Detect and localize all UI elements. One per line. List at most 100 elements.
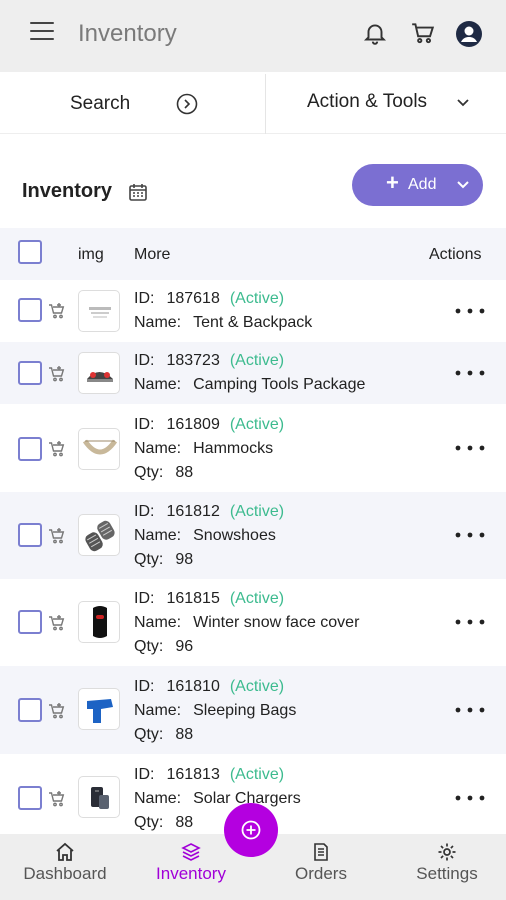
qty-label: Qty: <box>134 638 164 655</box>
plus-icon: + <box>386 170 399 195</box>
chevron-right-circle-icon[interactable] <box>176 93 198 115</box>
calendar-icon[interactable] <box>128 182 148 202</box>
more-actions-icon[interactable] <box>454 618 486 626</box>
row-checkbox[interactable] <box>18 610 42 634</box>
product-thumbnail[interactable] <box>78 601 120 643</box>
row-qty-line: Qty: 96 <box>134 638 193 656</box>
item-qty: 88 <box>175 814 194 831</box>
id-label: ID: <box>134 416 155 433</box>
name-label: Name: <box>134 440 182 457</box>
action-tools-dropdown[interactable]: Action & Tools <box>266 74 506 133</box>
item-qty: 96 <box>175 638 194 655</box>
add-to-cart-icon[interactable] <box>48 790 66 808</box>
more-actions-icon[interactable] <box>454 307 486 315</box>
row-id-line: ID: 183723 (Active) <box>134 352 284 370</box>
table-row[interactable]: ID: 187618 (Active) Name: Tent & Backpack <box>0 280 506 342</box>
row-name-line: Name: Solar Chargers <box>134 790 301 808</box>
name-label: Name: <box>134 790 182 807</box>
more-actions-icon[interactable] <box>454 706 486 714</box>
page-title: Inventory <box>78 20 177 47</box>
search-button[interactable]: Search <box>0 74 266 134</box>
tab-orders-label: Orders <box>295 864 347 883</box>
status-badge: (Active) <box>229 590 285 607</box>
add-to-cart-icon[interactable] <box>48 527 66 545</box>
chevron-down-icon[interactable] <box>456 180 470 190</box>
chevron-down-icon <box>457 99 469 107</box>
add-to-cart-icon[interactable] <box>48 440 66 458</box>
row-name-line: Name: Camping Tools Package <box>134 376 365 394</box>
table-row[interactable]: ID: 161810 (Active) Name: Sleeping Bags Qty… <box>0 666 506 754</box>
more-actions-icon[interactable] <box>454 444 486 452</box>
name-label: Name: <box>134 527 182 544</box>
product-thumbnail[interactable] <box>78 428 120 470</box>
row-id-line: ID: 161809 (Active) <box>134 416 284 434</box>
hamburger-menu-icon[interactable] <box>30 22 54 42</box>
action-tools-label: Action & Tools <box>307 91 428 112</box>
add-to-cart-icon[interactable] <box>48 365 66 383</box>
item-id: 161810 <box>166 678 220 695</box>
id-label: ID: <box>134 766 155 783</box>
row-checkbox[interactable] <box>18 786 42 810</box>
user-avatar-icon[interactable] <box>455 20 483 48</box>
item-name: Hammocks <box>193 440 274 457</box>
qty-label: Qty: <box>134 551 164 568</box>
item-id: 161813 <box>166 766 220 783</box>
item-id: 161809 <box>166 416 220 433</box>
row-name-line: Name: Hammocks <box>134 440 273 458</box>
tab-settings-label: Settings <box>416 864 478 883</box>
cart-icon[interactable] <box>410 20 436 46</box>
row-checkbox[interactable] <box>18 523 42 547</box>
row-name-line: Name: Snowshoes <box>134 527 276 545</box>
more-actions-icon[interactable] <box>454 794 486 802</box>
id-label: ID: <box>134 590 155 607</box>
more-actions-icon[interactable] <box>454 531 486 539</box>
item-name: Winter snow face cover <box>193 614 360 631</box>
product-thumbnail[interactable] <box>78 688 120 730</box>
row-checkbox[interactable] <box>18 437 42 461</box>
table-row[interactable]: ID: 161815 (Active) Name: Winter snow face … <box>0 579 506 666</box>
more-actions-icon[interactable] <box>454 369 486 377</box>
table-row[interactable]: ID: 161809 (Active) Name: Hammocks Qty: 88 <box>0 404 506 492</box>
column-actions: Actions <box>429 246 482 263</box>
add-to-cart-icon[interactable] <box>48 302 66 320</box>
row-checkbox[interactable] <box>18 361 42 385</box>
product-thumbnail[interactable] <box>78 776 120 818</box>
table-row[interactable]: ID: 183723 (Active) Name: Camping Tools Pac… <box>0 342 506 404</box>
tab-dashboard-label: Dashboard <box>23 864 107 883</box>
name-label: Name: <box>134 702 182 719</box>
row-checkbox[interactable] <box>18 298 42 322</box>
add-label: Add <box>408 176 437 193</box>
add-button[interactable]: + Add <box>352 164 483 206</box>
item-name: Snowshoes <box>193 527 276 544</box>
tab-inventory-label: Inventory <box>156 864 226 883</box>
product-thumbnail[interactable] <box>78 352 120 394</box>
id-label: ID: <box>134 503 155 520</box>
column-more: More <box>134 246 171 263</box>
bell-icon[interactable] <box>362 20 388 46</box>
tab-dashboard[interactable]: Dashboard <box>2 834 128 900</box>
select-all-checkbox[interactable] <box>18 240 42 264</box>
row-id-line: ID: 161812 (Active) <box>134 503 284 521</box>
row-qty-line: Qty: 88 <box>134 726 193 744</box>
name-label: Name: <box>134 614 182 631</box>
qty-label: Qty: <box>134 726 164 743</box>
layers-icon <box>181 843 201 861</box>
floating-add-button[interactable] <box>224 803 278 857</box>
add-to-cart-icon[interactable] <box>48 702 66 720</box>
row-checkbox[interactable] <box>18 698 42 722</box>
product-thumbnail[interactable] <box>78 290 120 332</box>
tab-settings[interactable]: Settings <box>384 834 506 900</box>
item-id: 161815 <box>166 590 220 607</box>
name-label: Name: <box>134 314 182 331</box>
id-label: ID: <box>134 678 155 695</box>
product-thumbnail[interactable] <box>78 514 120 556</box>
qty-label: Qty: <box>134 814 164 831</box>
id-label: ID: <box>134 352 155 369</box>
table-row[interactable]: ID: 161812 (Active) Name: Snowshoes Qty: 98 <box>0 492 506 579</box>
add-to-cart-icon[interactable] <box>48 614 66 632</box>
item-name: Tent & Backpack <box>193 314 313 331</box>
item-qty: 88 <box>175 726 194 743</box>
table-header: img More Actions <box>0 228 506 280</box>
tab-orders[interactable]: Orders <box>258 834 384 900</box>
row-id-line: ID: 161813 (Active) <box>134 766 284 784</box>
